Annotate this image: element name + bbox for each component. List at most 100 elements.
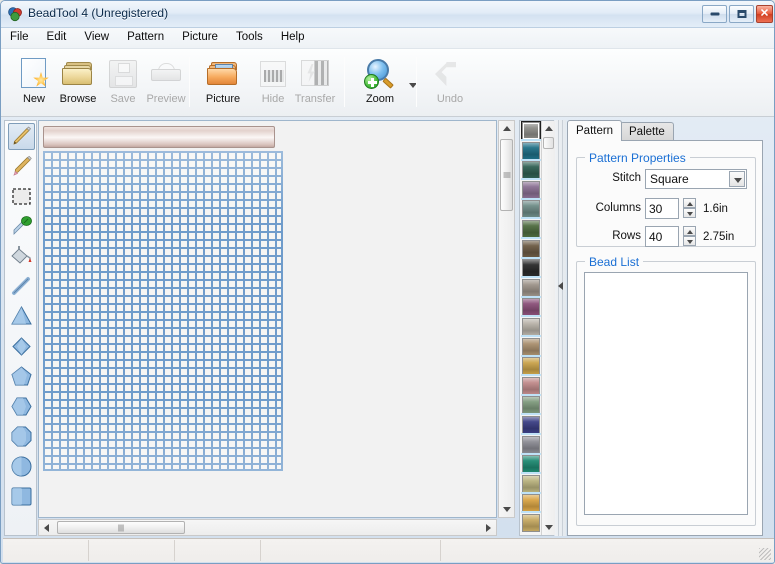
- palette-swatch[interactable]: [522, 161, 540, 180]
- palette-swatch[interactable]: [522, 200, 540, 219]
- new-page-icon: [17, 57, 51, 91]
- application-window: BeadTool 4 (Unregistered) ✕ File Edit Vi…: [0, 0, 775, 564]
- tab-palette[interactable]: Palette: [620, 122, 674, 141]
- zoom-dropdown-arrow-icon[interactable]: [407, 79, 419, 91]
- palette-swatch[interactable]: [522, 180, 540, 199]
- rows-stepper[interactable]: [683, 226, 696, 246]
- square-tool[interactable]: [8, 483, 35, 510]
- bead-list-box[interactable]: [584, 272, 748, 515]
- rows-input[interactable]: [645, 226, 679, 247]
- menu-item-pattern[interactable]: Pattern: [118, 28, 173, 46]
- pattern-canvas[interactable]: [38, 120, 497, 518]
- select-tool[interactable]: [8, 183, 35, 210]
- palette-swatch-divider: [521, 511, 541, 514]
- menu-item-picture[interactable]: Picture: [173, 28, 227, 46]
- menu-bar: File Edit View Pattern Picture Tools Hel…: [1, 28, 774, 49]
- minimize-button[interactable]: [702, 5, 727, 23]
- scroll-up-arrow-icon[interactable]: [499, 121, 514, 136]
- palette-scroll-down-arrow-icon[interactable]: [542, 521, 555, 535]
- rows-stepper-up[interactable]: [683, 226, 696, 236]
- palette-swatch[interactable]: [522, 474, 540, 493]
- menu-item-help[interactable]: Help: [272, 28, 314, 46]
- menu-item-view[interactable]: View: [75, 28, 118, 46]
- bead-list-group: Bead List: [576, 255, 756, 526]
- palette-swatch[interactable]: [522, 220, 540, 238]
- palette-swatch-divider: [521, 491, 541, 494]
- title-bar: BeadTool 4 (Unregistered) ✕: [1, 1, 774, 28]
- bead-grid[interactable]: [43, 151, 283, 471]
- palette-swatch-list[interactable]: [520, 121, 542, 535]
- palette-swatch-divider: [521, 276, 541, 279]
- scroll-left-arrow-icon[interactable]: [39, 520, 54, 535]
- palette-swatch-divider: [521, 315, 541, 318]
- octagon-tool[interactable]: [8, 423, 35, 450]
- palette-swatch[interactable]: [521, 121, 541, 141]
- columns-stepper-up[interactable]: [683, 198, 696, 208]
- palette-swatch[interactable]: [522, 416, 540, 434]
- menu-item-tools[interactable]: Tools: [227, 28, 272, 46]
- palette-swatch[interactable]: [522, 141, 540, 160]
- panel-splitter[interactable]: [555, 120, 566, 536]
- status-cell-2: [89, 540, 175, 561]
- palette-swatch[interactable]: [522, 435, 540, 454]
- palette-swatch[interactable]: [522, 298, 540, 317]
- diamond-tool[interactable]: [8, 333, 35, 360]
- tab-pattern[interactable]: Pattern: [567, 120, 623, 141]
- palette-scroll-up-arrow-icon[interactable]: [542, 121, 555, 135]
- hide-image-icon: [256, 57, 290, 91]
- maximize-button[interactable]: [729, 5, 754, 23]
- undo-arrow-icon: [433, 57, 467, 91]
- eraser-tool[interactable]: [8, 153, 35, 180]
- resize-grip-icon[interactable]: [759, 548, 771, 560]
- menu-item-file[interactable]: File: [1, 28, 38, 46]
- eyedropper-tool[interactable]: [8, 213, 35, 240]
- palette-swatch[interactable]: [522, 318, 540, 336]
- paint-bucket-tool[interactable]: [8, 243, 35, 270]
- palette-swatch[interactable]: [522, 259, 540, 278]
- panel-tabstrip: Pattern Palette: [567, 120, 769, 141]
- palette-swatch[interactable]: [522, 278, 540, 297]
- pentagon-tool[interactable]: [8, 363, 35, 390]
- tab-pattern-label: Pattern: [576, 125, 614, 137]
- palette-swatch[interactable]: [522, 494, 540, 513]
- scroll-right-arrow-icon[interactable]: [481, 520, 496, 535]
- pencil-tool[interactable]: [8, 123, 35, 150]
- toolbar-separator: [344, 57, 345, 107]
- circle-tool[interactable]: [8, 453, 35, 480]
- palette-swatch-divider: [521, 158, 541, 161]
- palette-vertical-scrollbar[interactable]: [541, 121, 555, 535]
- palette-swatch[interactable]: [522, 396, 540, 415]
- printer-icon: [149, 57, 183, 91]
- hexagon-tool[interactable]: [8, 393, 35, 420]
- chevron-down-icon[interactable]: [729, 171, 745, 187]
- close-button[interactable]: ✕: [756, 5, 773, 23]
- palette-scroll-thumb[interactable]: [543, 137, 554, 149]
- palette-swatch[interactable]: [522, 357, 540, 376]
- palette-swatch[interactable]: [522, 455, 540, 474]
- canvas-horizontal-scrollbar[interactable]: [38, 519, 497, 536]
- columns-input[interactable]: [645, 198, 679, 219]
- columns-stepper-down[interactable]: [683, 208, 696, 218]
- palette-swatch[interactable]: [522, 514, 540, 532]
- palette-swatch[interactable]: [522, 337, 540, 356]
- pattern-tab-page: Pattern Properties Stitch Square Columns…: [567, 140, 763, 536]
- horizontal-scroll-thumb[interactable]: [57, 521, 185, 534]
- palette-swatch[interactable]: [522, 239, 540, 258]
- menu-item-edit[interactable]: Edit: [38, 28, 76, 46]
- rows-stepper-down[interactable]: [683, 236, 696, 246]
- canvas-vertical-scrollbar[interactable]: [498, 120, 515, 518]
- zoom-button[interactable]: Zoom: [351, 53, 409, 113]
- stitch-select[interactable]: Square: [645, 169, 747, 189]
- beadtool-app-icon: [7, 6, 23, 22]
- triangle-tool[interactable]: [8, 303, 35, 330]
- scroll-down-arrow-icon[interactable]: [499, 502, 514, 517]
- palette-swatch[interactable]: [522, 376, 540, 395]
- properties-panel: Pattern Palette Pattern Properties Stitc…: [567, 120, 769, 536]
- palette-swatch-divider: [521, 374, 541, 377]
- line-tool[interactable]: [8, 273, 35, 300]
- vertical-scroll-thumb[interactable]: [500, 139, 513, 211]
- toolbar-separator: [416, 57, 417, 107]
- palette-swatch-divider: [521, 237, 541, 239]
- columns-stepper[interactable]: [683, 198, 696, 218]
- palette-swatch-divider: [521, 335, 541, 337]
